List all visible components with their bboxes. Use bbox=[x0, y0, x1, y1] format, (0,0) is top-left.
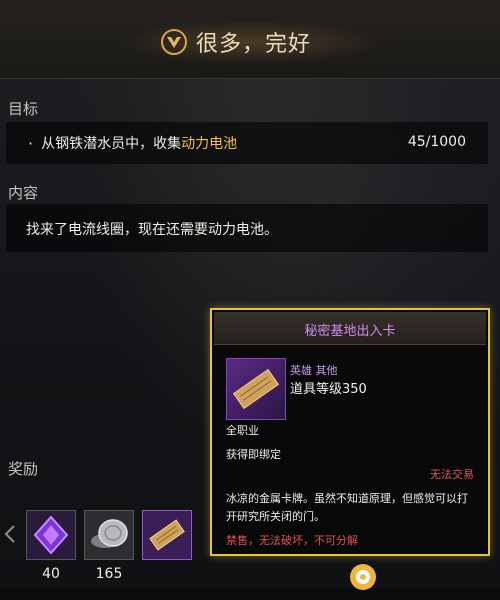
objective-text: 从钢铁潜水员中，收集动力电池 bbox=[41, 133, 237, 153]
content-label: 内容 bbox=[8, 184, 39, 202]
objective-highlight: 动力电池 bbox=[181, 136, 238, 152]
tooltip-class: 全职业 bbox=[226, 424, 259, 437]
tooltip-title: 秘密基地出入卡 bbox=[304, 324, 396, 339]
reward-count-crystal: 40 bbox=[42, 566, 60, 582]
quest-emblem-icon bbox=[161, 29, 187, 55]
keycard-icon bbox=[143, 511, 191, 559]
quest-banner: 很多，完好 bbox=[0, 0, 500, 79]
tooltip-trade: 无法交易 bbox=[430, 468, 474, 481]
silver-coin-icon bbox=[85, 511, 133, 559]
tooltip-category: 英雄 其他 bbox=[290, 364, 338, 377]
reward-count-coins: 165 bbox=[95, 566, 123, 582]
reward-slot-coins[interactable] bbox=[84, 510, 134, 560]
quest-title: 很多，完好 bbox=[196, 32, 312, 57]
tooltip-header: 秘密基地出入卡 bbox=[214, 312, 486, 345]
reward-slot-crystal[interactable] bbox=[26, 510, 76, 560]
tooltip-restrictions: 禁售，无法破坏，不可分解 bbox=[226, 534, 358, 547]
objective-text-prefix: 从钢铁潜水员中，收集 bbox=[41, 136, 182, 152]
tooltip-bind: 获得即绑定 bbox=[226, 448, 281, 461]
tooltip-item-icon bbox=[226, 358, 286, 420]
watermark bbox=[348, 562, 488, 592]
objective-bullet: · bbox=[28, 133, 34, 153]
objective-label: 目标 bbox=[8, 100, 39, 118]
reward-prev-arrow[interactable] bbox=[4, 524, 20, 544]
watermark-logo-icon bbox=[350, 564, 376, 590]
objective-progress: 45/1000 bbox=[407, 134, 466, 150]
keycard-icon bbox=[232, 368, 280, 410]
tooltip-description: 冰凉的金属卡牌。虽然不知道原理，但感觉可以打开研究所关闭的门。 bbox=[226, 492, 468, 523]
tooltip-item-level: 道具等级350 bbox=[290, 382, 367, 397]
reward-slot-keycard[interactable] bbox=[142, 510, 192, 560]
quest-title-group: 很多，完好 bbox=[160, 26, 311, 58]
objective-row: · 从钢铁潜水员中，收集动力电池 45/1000 bbox=[6, 122, 488, 164]
content-row: 找来了电流线圈，现在还需要动力电池。 bbox=[6, 204, 488, 252]
reward-label: 奖励 bbox=[8, 460, 39, 478]
item-tooltip: 秘密基地出入卡 英雄 其他 道具等级350 全职业 获得即绑定 无法交易 冰凉的… bbox=[210, 308, 490, 556]
content-text: 找来了电流线圈，现在还需要动力电池。 bbox=[26, 222, 278, 238]
purple-crystal-icon bbox=[27, 511, 75, 559]
